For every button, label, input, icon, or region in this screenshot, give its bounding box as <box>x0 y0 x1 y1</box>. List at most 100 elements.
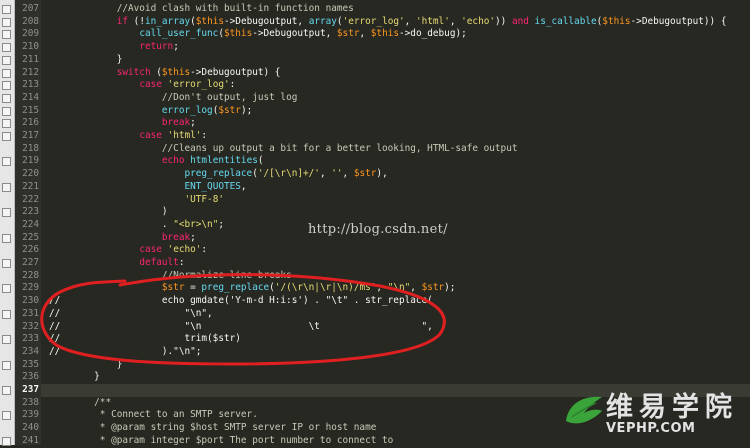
code-line[interactable]: 230 // echo gmdate('Y-m-d H:i:s') . "\t" … <box>22 295 750 308</box>
fold-toggle-icon[interactable] <box>2 233 11 243</box>
line-number: 236 <box>22 371 39 383</box>
code-token: ; <box>173 41 179 53</box>
line-code: //Cleans up output a bit for a better lo… <box>49 143 518 156</box>
code-line[interactable]: 233 // trim($str) <box>22 333 750 346</box>
code-line[interactable]: 222 'UTF-8' <box>22 193 750 207</box>
fold-toggle-icon[interactable] <box>2 68 11 78</box>
code-token: // trim($str) <box>49 333 241 345</box>
fold-toggle-icon[interactable] <box>2 93 11 103</box>
code-line[interactable]: 213 case 'error_log': <box>22 79 750 92</box>
fold-toggle-icon[interactable] <box>2 106 11 116</box>
code-line[interactable]: 229 $str = preg_replace('/(\r\n|\r|\n)/m… <box>22 282 750 295</box>
fold-toggle-icon[interactable] <box>2 182 11 192</box>
fold-toggle-icon[interactable] <box>2 17 11 27</box>
code-token: ; <box>190 231 196 243</box>
code-line[interactable]: 209 call_user_func($this->Debugoutput, $… <box>22 28 750 41</box>
fold-toggle-icon[interactable] <box>2 5 11 14</box>
code-token: preg_replace <box>184 168 253 180</box>
line-number: 226 <box>22 244 39 256</box>
fold-toggle-icon[interactable] <box>2 208 11 218</box>
line-code: /** <box>49 397 111 410</box>
code-line[interactable]: 217 case 'html': <box>22 130 750 143</box>
fold-toggle-icon[interactable] <box>2 309 11 319</box>
line-number: 238 <box>22 396 39 408</box>
fold-toggle-icon[interactable] <box>2 411 11 421</box>
code-line[interactable]: 215 error_log($str); <box>22 104 750 118</box>
line-code: case 'echo': <box>49 244 207 257</box>
code-line[interactable]: 227 default: <box>22 257 750 270</box>
line-number: 241 <box>22 434 39 446</box>
code-line[interactable]: 211 } <box>22 54 750 67</box>
logo-subtitle: VEPHP.COM <box>606 421 696 436</box>
fold-toggle-icon[interactable] <box>2 157 11 167</box>
code-line[interactable]: 207 //Avoid clash with built-in function… <box>22 3 750 16</box>
fold-toggle-icon[interactable] <box>2 81 11 91</box>
line-number: 207 <box>22 3 39 14</box>
code-line[interactable]: 232 // "\n \t ", <box>22 321 750 334</box>
fold-toggle-icon[interactable] <box>2 132 11 141</box>
code-token: ->Debugoutput)) { <box>630 15 727 27</box>
code-token: ->Debugoutput, <box>224 15 309 27</box>
code-line[interactable]: 221 ENT_QUOTES, <box>22 181 750 194</box>
line-code: $str = preg_replace('/(\r\n|\r|\n)/ms', … <box>49 282 456 295</box>
fold-toggle-icon[interactable] <box>2 436 11 446</box>
code-token: "<br>\n" <box>173 218 219 230</box>
line-code: case 'error_log': <box>49 79 235 92</box>
fold-toggle-icon[interactable] <box>2 30 11 40</box>
fold-toggle-icon[interactable] <box>2 360 11 370</box>
logo-title: 维易学院 <box>606 392 738 423</box>
line-number: 231 <box>22 307 39 319</box>
code-line[interactable]: 219 echo htmlentities( <box>22 155 750 168</box>
code-line[interactable]: 223 ) <box>22 206 750 219</box>
code-token: 'UTF-8' <box>184 193 224 205</box>
code-line[interactable]: 214 //Don't output, just log <box>22 92 750 105</box>
code-token: ( <box>150 66 162 78</box>
code-token: 'error_log' <box>167 79 230 91</box>
fold-toggle-icon[interactable] <box>2 55 11 65</box>
line-number: 217 <box>22 130 39 141</box>
code-token: = <box>184 282 202 294</box>
code-line[interactable]: 235 } <box>22 359 750 372</box>
line-code: if (!in_array($this->Debugoutput, array(… <box>49 15 727 29</box>
code-line[interactable]: 236 } <box>22 371 750 384</box>
leaf-logo-icon <box>566 396 602 424</box>
line-code: case 'html': <box>49 130 207 143</box>
code-line[interactable]: 212 switch ($this->Debugoutput) { <box>22 66 750 80</box>
line-code: ) <box>49 206 168 219</box>
fold-toggle-icon[interactable] <box>2 43 11 53</box>
code-token: // "\n", <box>49 307 213 319</box>
line-code: preg_replace('/[\r\n]+/', '', $str), <box>49 168 387 181</box>
code-line[interactable]: 208 if (!in_array($this->Debugoutput, ar… <box>22 15 750 29</box>
line-number: 222 <box>22 193 39 205</box>
code-line[interactable]: 216 break; <box>22 117 750 130</box>
code-line[interactable]: 231 // "\n", <box>22 307 750 321</box>
fold-toggle-icon[interactable] <box>2 284 11 294</box>
fold-toggle-icon[interactable] <box>2 386 11 395</box>
code-token: case <box>139 130 162 141</box>
fold-toggle-icon[interactable] <box>2 259 11 268</box>
fold-toggle-icon[interactable] <box>2 119 11 129</box>
code-token: : <box>229 79 236 91</box>
code-token: $this <box>195 15 225 27</box>
code-token: . <box>49 218 174 230</box>
line-code: break; <box>49 117 196 130</box>
code-token: : <box>201 244 208 256</box>
code-line[interactable]: 226 case 'echo': <box>22 244 750 257</box>
code-token: $str <box>218 104 241 116</box>
line-number: 232 <box>22 320 39 332</box>
code-token: echo <box>161 155 185 167</box>
fold-toggle-icon[interactable] <box>2 335 11 345</box>
line-number: 229 <box>22 282 39 294</box>
code-line[interactable]: 218 //Cleans up output a bit for a bette… <box>22 143 750 156</box>
code-line[interactable]: 228 //Normalize line breaks <box>22 270 750 283</box>
code-line[interactable]: 234 // )."\n"; <box>22 346 750 359</box>
code-token: /** <box>94 396 112 408</box>
code-line[interactable]: 220 preg_replace('/[\r\n]+/', '', $str), <box>22 168 750 181</box>
fold-gutter[interactable] <box>0 0 15 446</box>
code-line[interactable]: 210 return; <box>22 41 750 54</box>
